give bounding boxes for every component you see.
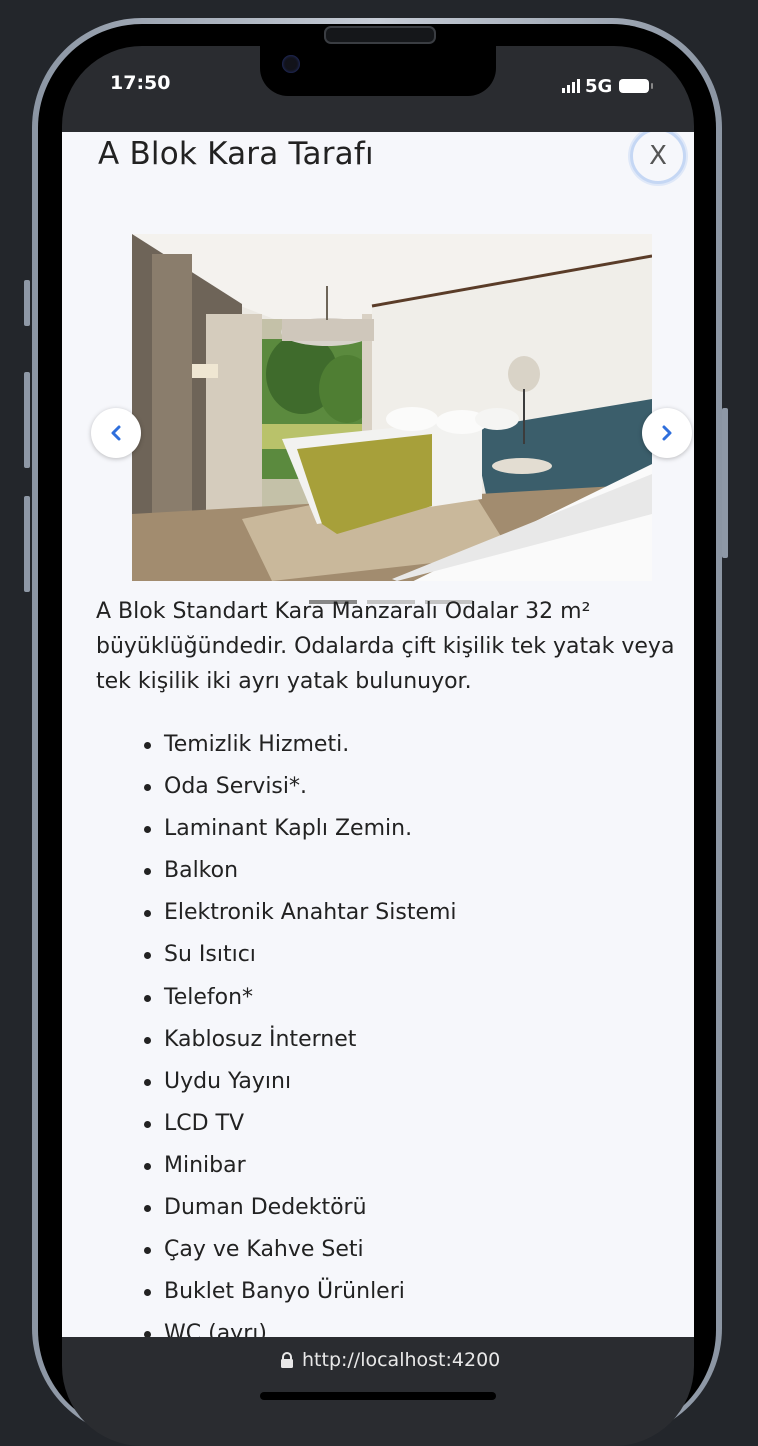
silent-switch [24, 280, 30, 326]
list-item: Temizlik Hizmeti. [144, 724, 457, 766]
list-item: Çay ve Kahve Seti [144, 1229, 457, 1271]
front-camera [282, 55, 300, 73]
list-item: Buklet Banyo Ürünleri [144, 1271, 457, 1313]
status-time: 17:50 [110, 72, 171, 94]
battery-icon [619, 79, 654, 93]
speaker-grille [324, 26, 436, 44]
status-indicators: 5G [562, 74, 654, 98]
close-button[interactable]: X [630, 132, 686, 184]
list-item: Oda Servisi*. [144, 766, 457, 808]
list-item: Su Isıtıcı [144, 934, 457, 976]
room-detail-modal: A Blok Kara Tarafı X A Blok Standart Kar… [62, 132, 694, 1337]
list-item: Kablosuz İnternet [144, 1019, 457, 1061]
room-description: A Blok Standart Kara Manzaralı Odalar 32… [96, 599, 675, 694]
list-item: Elektronik Anahtar Sistemi [144, 892, 457, 934]
home-indicator[interactable] [260, 1392, 496, 1400]
list-item: Telefon* [144, 977, 457, 1019]
list-item: Balkon [144, 850, 457, 892]
modal-title: A Blok Kara Tarafı [98, 136, 374, 172]
chevron-right-icon [662, 425, 672, 441]
list-item: Duman Dedektörü [144, 1187, 457, 1229]
signal-icon [562, 79, 580, 93]
carousel-next-button[interactable] [642, 408, 692, 458]
list-item: Uydu Yayını [144, 1061, 457, 1103]
list-item: LCD TV [144, 1103, 457, 1145]
browser-url-bar[interactable]: http://localhost:4200 [280, 1349, 500, 1371]
carousel-prev-button[interactable] [91, 408, 141, 458]
volume-down-button [24, 496, 30, 592]
power-button [722, 408, 728, 558]
volume-up-button [24, 372, 30, 468]
list-item: WC (ayrı) [144, 1313, 457, 1337]
chevron-left-icon [111, 425, 121, 441]
network-label: 5G [585, 75, 613, 97]
list-item: Laminant Kaplı Zemin. [144, 808, 457, 850]
feature-list: Temizlik Hizmeti. Oda Servisi*. Laminant… [144, 724, 457, 1337]
room-photo [132, 234, 652, 581]
list-item: Minibar [144, 1145, 457, 1187]
close-icon: X [649, 141, 667, 171]
lock-icon [281, 1351, 293, 1368]
url-text: http://localhost:4200 [302, 1349, 501, 1371]
